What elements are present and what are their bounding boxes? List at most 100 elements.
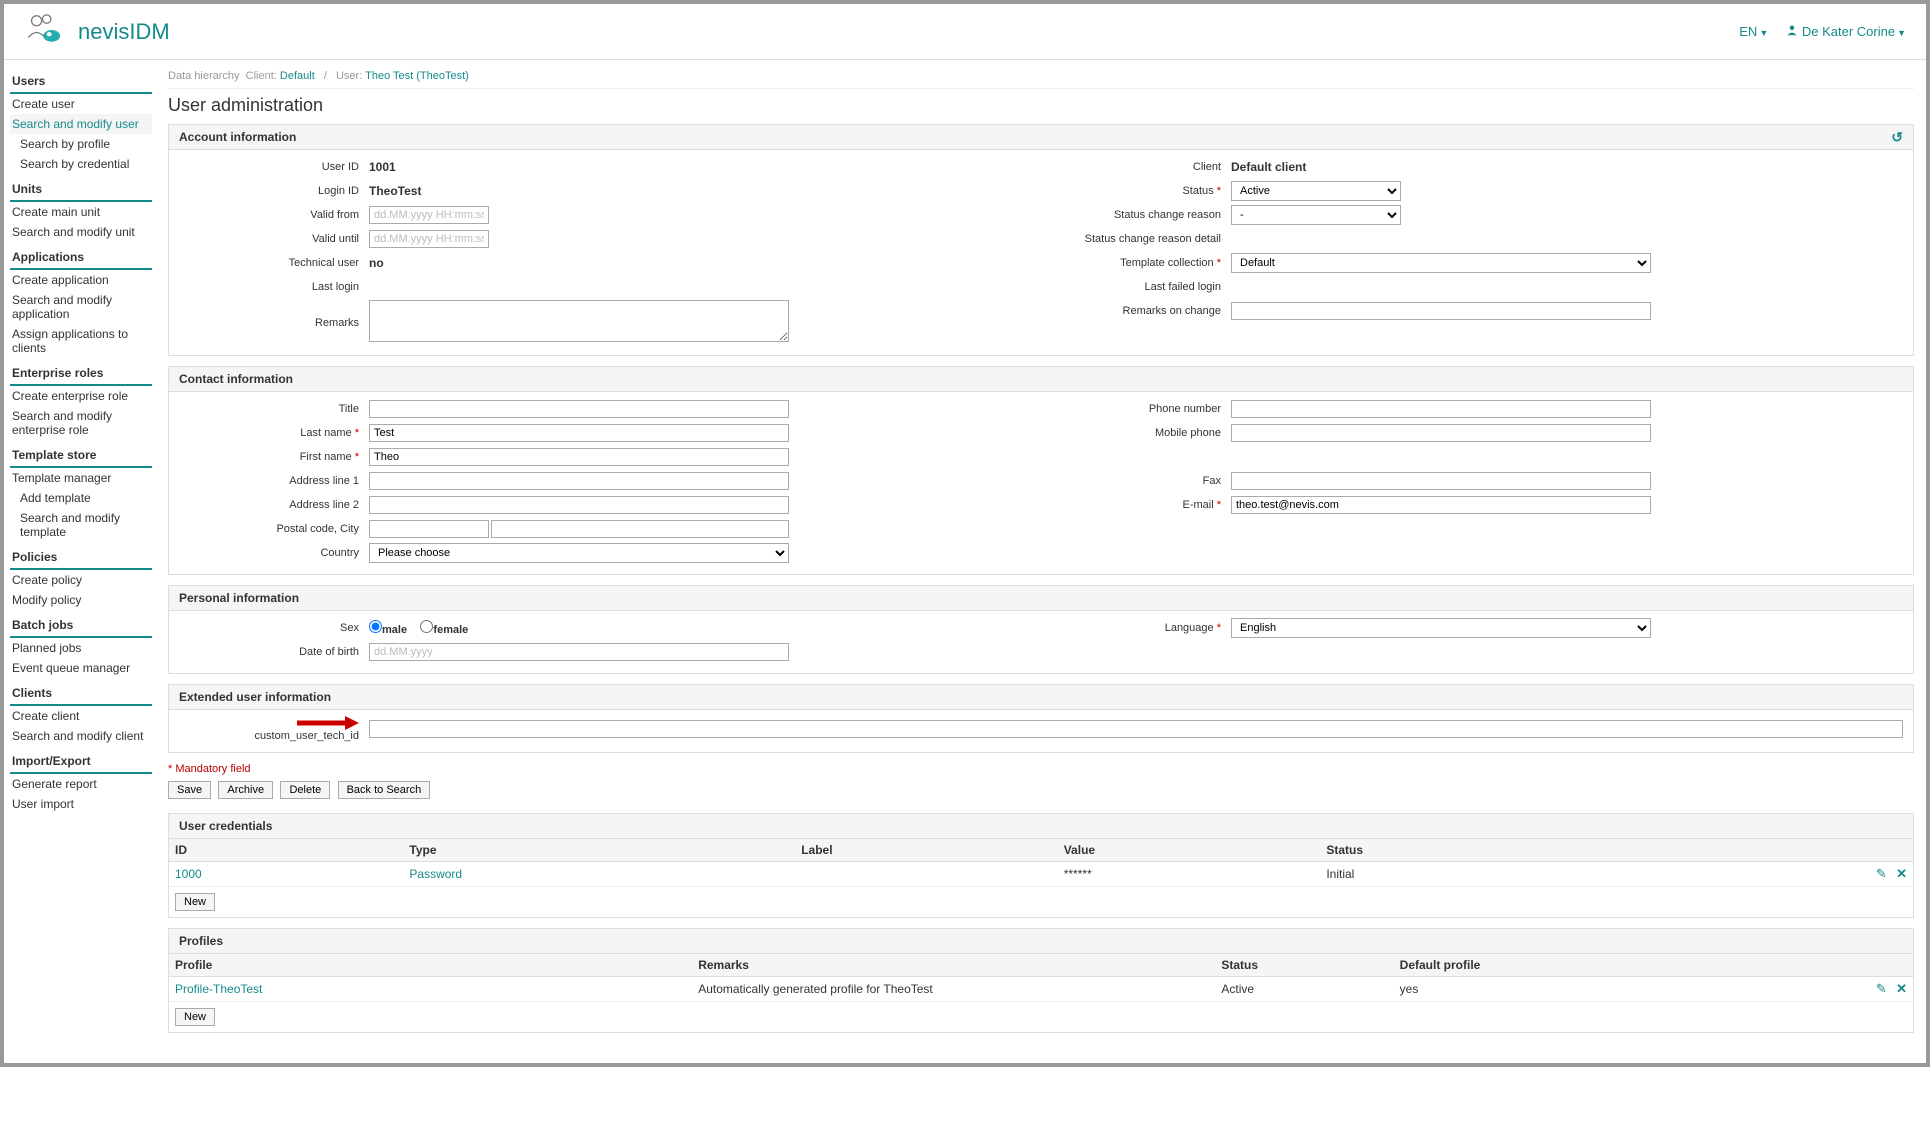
- sidebar-item-user-import[interactable]: User import: [10, 794, 152, 814]
- profiles-table: Profile Remarks Status Default profile P…: [169, 954, 1913, 1002]
- input-address2[interactable]: [369, 496, 789, 514]
- panel-extended: Extended user information custom_user_te…: [168, 684, 1914, 753]
- col-status: Status: [1320, 839, 1615, 862]
- input-valid-from[interactable]: [369, 206, 489, 224]
- input-postal-code[interactable]: [369, 520, 489, 538]
- new-credential-button[interactable]: New: [175, 893, 215, 911]
- select-country[interactable]: Please choose: [369, 543, 789, 563]
- sidebar-item-create-client[interactable]: Create client: [10, 706, 152, 726]
- sidebar-item-template-manager[interactable]: Template manager: [10, 468, 152, 488]
- input-dob[interactable]: [369, 643, 789, 661]
- input-valid-until[interactable]: [369, 230, 489, 248]
- breadcrumb: Data hierarchy Client: Default / User: T…: [168, 66, 1914, 89]
- value-user-id: 1001: [369, 160, 396, 174]
- sidebar-item-search-modify-application[interactable]: Search and modify application: [10, 290, 152, 324]
- profile-link[interactable]: Profile-TheoTest: [175, 982, 262, 996]
- sidebar-item-modify-policy[interactable]: Modify policy: [10, 590, 152, 610]
- sidebar-item-create-enterprise-role[interactable]: Create enterprise role: [10, 386, 152, 406]
- col-type: Type: [403, 839, 795, 862]
- action-buttons: Save Archive Delete Back to Search: [168, 781, 1914, 799]
- panel-header-extended: Extended user information: [169, 685, 1913, 710]
- input-remarks-on-change[interactable]: [1231, 302, 1651, 320]
- credential-type-link[interactable]: Password: [409, 867, 462, 881]
- input-address1[interactable]: [369, 472, 789, 490]
- input-first-name[interactable]: [369, 448, 789, 466]
- sidebar-item-search-modify-enterprise-role[interactable]: Search and modify enterprise role: [10, 406, 152, 440]
- input-email[interactable]: [1231, 496, 1651, 514]
- panel-header-account: Account information ↺: [169, 125, 1913, 150]
- panel-header-contact: Contact information: [169, 367, 1913, 392]
- user-icon: [1786, 24, 1798, 39]
- sidebar-section-template-store: Template store: [10, 444, 152, 468]
- breadcrumb-sep: /: [318, 70, 333, 82]
- col-id: ID: [169, 839, 403, 862]
- sidebar-item-planned-jobs[interactable]: Planned jobs: [10, 638, 152, 658]
- sidebar-item-search-modify-unit[interactable]: Search and modify unit: [10, 222, 152, 242]
- input-last-name[interactable]: [369, 424, 789, 442]
- sidebar-item-create-policy[interactable]: Create policy: [10, 570, 152, 590]
- label-client: Client: [1041, 161, 1231, 173]
- col-default-profile: Default profile: [1394, 954, 1733, 977]
- col-profile-status: Status: [1215, 954, 1393, 977]
- input-phone[interactable]: [1231, 400, 1651, 418]
- save-button[interactable]: Save: [168, 781, 211, 799]
- sidebar-item-search-modify-template[interactable]: Search and modify template: [10, 508, 152, 542]
- breadcrumb-user-link[interactable]: Theo Test (TheoTest): [365, 70, 469, 82]
- sidebar-item-assign-applications[interactable]: Assign applications to clients: [10, 324, 152, 358]
- sidebar-section-users: Users: [10, 70, 152, 94]
- back-to-search-button[interactable]: Back to Search: [338, 781, 431, 799]
- label-language: Language *: [1041, 622, 1231, 634]
- sidebar-item-generate-report[interactable]: Generate report: [10, 774, 152, 794]
- label-male: male: [382, 624, 407, 636]
- header: nevisIDM EN▼ De Kater Corine▼: [4, 4, 1926, 60]
- input-title[interactable]: [369, 400, 789, 418]
- breadcrumb-client-link[interactable]: Default: [280, 70, 315, 82]
- lang-dropdown[interactable]: EN▼: [1739, 24, 1768, 39]
- app-title: nevisIDM: [78, 19, 170, 45]
- input-mobile[interactable]: [1231, 424, 1651, 442]
- sidebar-item-event-queue[interactable]: Event queue manager: [10, 658, 152, 678]
- edit-icon[interactable]: ✎: [1876, 866, 1887, 881]
- label-mobile: Mobile phone: [1041, 427, 1231, 439]
- input-city[interactable]: [491, 520, 789, 538]
- breadcrumb-prefix: Data hierarchy: [168, 70, 240, 82]
- input-fax[interactable]: [1231, 472, 1651, 490]
- mandatory-field-note: * Mandatory field: [168, 763, 1914, 775]
- input-custom-user-tech-id[interactable]: [369, 720, 1903, 738]
- radio-male[interactable]: [369, 620, 382, 633]
- edit-icon[interactable]: ✎: [1876, 981, 1887, 996]
- profile-status: Active: [1215, 977, 1393, 1002]
- sidebar-item-create-unit[interactable]: Create main unit: [10, 202, 152, 222]
- sidebar-item-search-by-credential[interactable]: Search by credential: [10, 154, 152, 174]
- profile-default: yes: [1394, 977, 1733, 1002]
- input-remarks[interactable]: [369, 300, 789, 342]
- sidebar-item-create-application[interactable]: Create application: [10, 270, 152, 290]
- delete-icon[interactable]: ✕: [1896, 866, 1907, 881]
- sidebar-item-create-user[interactable]: Create user: [10, 94, 152, 114]
- label-custom-user-tech-id: custom_user_tech_id: [254, 730, 359, 742]
- radio-female[interactable]: [420, 620, 433, 633]
- credential-status: Initial: [1320, 862, 1615, 887]
- credential-id-link[interactable]: 1000: [175, 867, 202, 881]
- panel-contact: Contact information Title Last name * Fi…: [168, 366, 1914, 575]
- select-status[interactable]: Active: [1231, 181, 1401, 201]
- label-template-collection: Template collection *: [1041, 257, 1231, 269]
- sidebar-item-add-template[interactable]: Add template: [10, 488, 152, 508]
- history-icon[interactable]: ↺: [1891, 129, 1903, 146]
- select-status-change-reason[interactable]: -: [1231, 205, 1401, 225]
- select-template-collection[interactable]: Default: [1231, 253, 1651, 273]
- user-dropdown[interactable]: De Kater Corine▼: [1786, 24, 1906, 39]
- sidebar-section-batch-jobs: Batch jobs: [10, 614, 152, 638]
- header-right: EN▼ De Kater Corine▼: [1739, 24, 1906, 39]
- main: Data hierarchy Client: Default / User: T…: [156, 60, 1926, 1063]
- sidebar-item-search-modify-user[interactable]: Search and modify user: [10, 114, 152, 134]
- select-language[interactable]: English: [1231, 618, 1651, 638]
- sidebar-section-applications: Applications: [10, 246, 152, 270]
- archive-button[interactable]: Archive: [218, 781, 273, 799]
- sidebar-item-search-by-profile[interactable]: Search by profile: [10, 134, 152, 154]
- label-postal-city: Postal code, City: [179, 523, 369, 535]
- delete-icon[interactable]: ✕: [1896, 981, 1907, 996]
- delete-button[interactable]: Delete: [280, 781, 330, 799]
- sidebar-item-search-modify-client[interactable]: Search and modify client: [10, 726, 152, 746]
- new-profile-button[interactable]: New: [175, 1008, 215, 1026]
